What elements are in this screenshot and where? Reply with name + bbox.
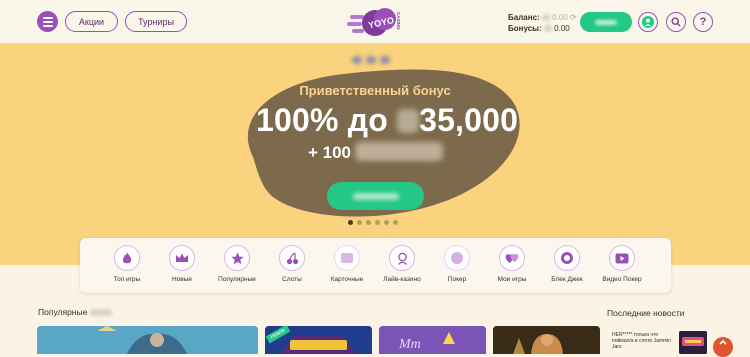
game-card[interactable] <box>493 326 600 354</box>
slider-dot[interactable] <box>357 220 362 225</box>
news-thumbnail[interactable] <box>679 331 707 354</box>
balance-label: Баланс: <box>508 13 540 22</box>
slider-dot[interactable] <box>366 220 371 225</box>
bonus-extra: + 100 <box>308 142 444 163</box>
refresh-icon[interactable]: ⟳ <box>570 13 577 22</box>
balance-panel: Баланс: 0.00 ⟳ Бонусы: 0.00 <box>508 12 577 34</box>
category-blackjack[interactable]: Блек Джек <box>539 245 595 283</box>
slider-dot[interactable] <box>393 220 398 225</box>
balance-value: 0.00 <box>552 13 568 22</box>
blackjack-icon <box>554 245 580 271</box>
scroll-top-button[interactable] <box>713 337 733 357</box>
bonus-amount: 100% до 35,000 <box>256 102 519 138</box>
deposit-button[interactable] <box>327 182 424 210</box>
cherry-icon <box>279 245 305 271</box>
category-slots[interactable]: Слоты <box>264 245 320 283</box>
slider-dot[interactable] <box>348 220 353 225</box>
user-icon[interactable] <box>638 12 658 32</box>
slider-dot[interactable] <box>384 220 389 225</box>
category-new[interactable]: Новые <box>154 245 210 283</box>
category-top-games[interactable]: Топ игры <box>99 245 155 283</box>
search-icon[interactable] <box>666 12 686 32</box>
crown-icon <box>169 245 195 271</box>
svg-text:Mm: Mm <box>398 337 421 352</box>
video-play-icon <box>609 245 635 271</box>
game-card[interactable] <box>37 326 258 354</box>
deposit-header-button[interactable] <box>580 12 632 32</box>
news-item-text[interactable]: HER***** только что поймал/а в слоте Jam… <box>612 332 676 350</box>
logo-sub: CASINO <box>396 12 401 30</box>
header: Акции Турниры YOYO CASINO Баланс: 0.00 ⟳… <box>0 0 750 43</box>
tournaments-button[interactable]: Турниры <box>125 11 187 32</box>
game-card[interactable]: Mm <box>379 326 486 354</box>
chevron-up-icon <box>719 339 727 345</box>
bonus-label: Бонусы: <box>508 24 542 33</box>
dealer-icon <box>389 245 415 271</box>
bonus-value: 0.00 <box>554 24 570 33</box>
fire-icon <box>114 245 140 271</box>
category-poker[interactable]: Покер <box>429 245 485 283</box>
category-video-poker[interactable]: Видео Покер <box>594 245 650 283</box>
star-icon <box>224 245 250 271</box>
help-icon[interactable]: ? <box>693 12 713 32</box>
bonus-title: Приветственный бонус <box>299 83 451 98</box>
category-live-casino[interactable]: Лайв-казино <box>374 245 430 283</box>
yoyo-casino-logo[interactable]: YOYO CASINO <box>347 6 405 38</box>
promotions-button[interactable]: Акции <box>65 11 118 32</box>
category-popular[interactable]: Популярные <box>209 245 265 283</box>
category-card-games[interactable]: Карточные <box>319 245 375 283</box>
game-card[interactable]: Новое <box>265 326 372 354</box>
news-section-title: Последние новости <box>607 308 685 318</box>
hearts-icon <box>499 245 525 271</box>
welcome-banner: Приветственный бонус 100% до 35,000 + 10… <box>0 43 750 265</box>
slider-dot[interactable] <box>375 220 380 225</box>
slider-dots <box>348 220 398 225</box>
category-my-games[interactable]: Мои игры <box>484 245 540 283</box>
popular-section-title: Популярные <box>38 307 112 317</box>
poker-chip-icon <box>444 245 470 271</box>
category-bar: Топ игры Новые Популярные Слоты Карточны… <box>80 238 671 293</box>
cards-icon <box>334 245 360 271</box>
menu-button[interactable] <box>37 11 58 32</box>
